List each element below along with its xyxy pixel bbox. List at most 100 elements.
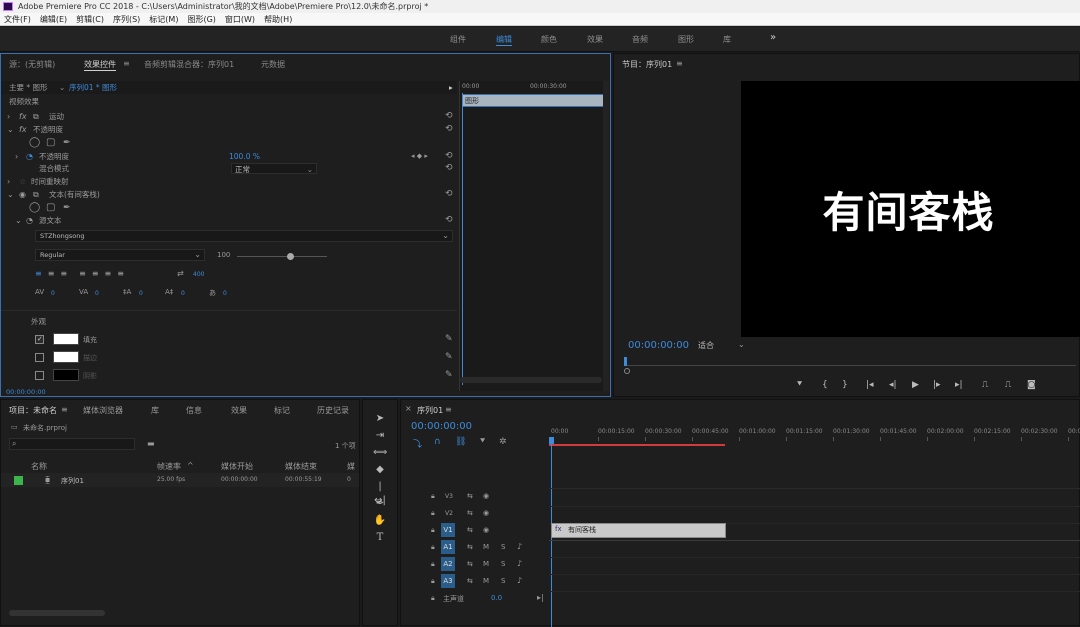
column-media-end[interactable]: 媒体结束 [285,461,317,472]
new-bin-from-search-icon[interactable]: ▬ [147,439,155,448]
lock-icon[interactable]: 🔒︎ [431,492,435,501]
tab-libraries[interactable]: 库 [151,405,159,416]
microphone-icon[interactable]: ♪ [517,576,522,585]
tab-metadata[interactable]: 元数据 [261,59,285,70]
timeline-title[interactable]: 序列01 [417,405,443,416]
tracking-direction-value[interactable]: 400 [193,271,204,278]
kerning-value[interactable]: 0 [95,290,99,297]
master-volume[interactable]: 0.0 [491,594,502,602]
lock-icon[interactable]: 🔒︎ [431,594,435,603]
solo-button[interactable]: S [501,577,505,585]
timeline-close-icon[interactable]: × [405,404,412,413]
effect-controls-timecode[interactable]: 00:00:00:00 [6,388,46,396]
reset-motion-icon[interactable]: ⟲ [445,110,453,123]
workspace-more-icon[interactable]: » [770,32,776,43]
step-back-icon[interactable]: ◂| [889,380,897,390]
leading-value[interactable]: 0 [139,290,143,297]
source-patch-a3[interactable]: A3 [441,574,455,588]
microphone-icon[interactable]: ♪ [517,559,522,568]
lock-icon[interactable]: 🔒︎ [431,560,435,569]
tab-info[interactable]: 信息 [186,405,202,416]
menu-graphics[interactable]: 图形(G) [187,13,215,25]
pen-mask-icon[interactable]: ✒ [63,203,71,213]
mark-in-icon[interactable]: { [822,380,828,390]
lift-icon[interactable]: ⎍ [982,380,988,390]
eye-icon[interactable]: ◉ [483,526,489,534]
nest-toggle-icon[interactable]: ⤵ [413,437,422,450]
fill-checkbox[interactable]: ✓ [35,335,44,344]
fx-icon[interactable]: fx [19,125,27,135]
workspace-tab-effects[interactable]: 效果 [587,34,603,45]
baseline-shift-value[interactable]: 0 [181,290,185,297]
mute-button[interactable]: M [483,543,489,551]
lock-icon[interactable]: 🔒︎ [431,543,435,552]
pen-tool-icon[interactable]: ✒ [373,497,387,511]
project-search-input[interactable]: ⌕ [9,438,135,450]
align-right-icon[interactable]: ≡ [60,269,73,278]
type-tool-icon[interactable]: T [373,531,387,545]
shadow-color-swatch[interactable] [53,369,79,381]
align-left-icon[interactable]: ≡ [35,269,48,278]
timeline-track-area[interactable]: fx 有间客栈 [549,488,1080,608]
track-label[interactable]: V2 [445,510,453,517]
sort-icon[interactable]: ^ [187,461,194,470]
reset-blend-icon[interactable]: ⟲ [445,162,453,175]
menu-clip[interactable]: 剪辑(C) [76,13,104,25]
program-scrub-bar[interactable] [624,358,1076,366]
expand-chevron-icon[interactable]: › [7,112,10,122]
justify-left-icon[interactable]: ≡ [79,269,92,278]
tsume-value[interactable]: 0 [223,290,227,297]
shadow-eyedropper-icon[interactable]: ✎ [445,370,453,380]
tracking-value[interactable]: 0 [51,290,55,297]
justify-all-icon[interactable]: ≡ [117,269,130,278]
ellipse-mask-icon[interactable]: ◯ [29,203,40,213]
slip-tool-icon[interactable]: |↔| [373,480,387,506]
selection-tool-icon[interactable]: ➤ [373,412,387,426]
shadow-checkbox[interactable] [35,371,44,380]
menu-help[interactable]: 帮助(H) [264,13,292,25]
justify-center-icon[interactable]: ≡ [92,269,105,278]
add-marker-icon[interactable]: ⯆ [796,380,803,390]
timeline-menu-icon[interactable]: ≡ [445,405,452,414]
fx-icon[interactable]: fx [19,112,27,122]
stopwatch-icon[interactable]: ◔ [26,152,33,162]
play-only-icon[interactable]: ▸ [449,81,453,94]
timeline-timecode[interactable]: 00:00:00:00 [411,421,472,432]
menu-marker[interactable]: 标记(M) [149,13,178,25]
tab-effects[interactable]: 效果 [231,405,247,416]
go-to-out-icon[interactable]: ▸| [955,380,963,390]
play-icon[interactable]: ▶ [912,380,919,390]
font-style-select[interactable]: Regular ⌄ [35,249,205,261]
mini-playhead[interactable] [462,93,463,385]
tab-markers[interactable]: 标记 [274,405,290,416]
snap-icon[interactable]: ∩ [434,437,441,447]
mini-timeline-scrollbar[interactable] [460,377,602,383]
mark-out-icon[interactable]: } [842,380,848,390]
program-playhead[interactable] [624,357,627,366]
rectangle-mask-icon[interactable]: ▢ [46,203,55,213]
workspace-tab-color[interactable]: 颜色 [541,34,557,45]
lock-icon[interactable]: 🔒︎ [431,509,435,518]
menu-edit[interactable]: 编辑(E) [40,13,67,25]
menu-sequence[interactable]: 序列(S) [113,13,140,25]
mini-graphic-clip[interactable]: 图形 [462,94,604,107]
workspace-tab-graphics[interactable]: 图形 [678,34,694,45]
expand-chevron-icon[interactable]: › [7,177,10,187]
workspace-tab-assembly[interactable]: 组件 [450,34,466,45]
program-timecode[interactable]: 00:00:00:00 [628,340,689,351]
source-patch-a1[interactable]: A1 [441,540,455,554]
extract-icon[interactable]: ⎍ [1005,380,1011,390]
sync-lock-icon[interactable]: ⇆ [467,492,473,500]
eye-icon[interactable]: ◉ [483,492,489,500]
workspace-tab-audio[interactable]: 音频 [632,34,648,45]
mute-button[interactable]: M [483,577,489,585]
track-select-tool-icon[interactable]: ⇥ [373,429,387,443]
timeline-playhead-handle[interactable] [549,437,554,444]
project-menu-icon[interactable]: ≡ [61,405,68,414]
track-label[interactable]: V3 [445,493,453,500]
sync-lock-icon[interactable]: ⇆ [467,526,473,534]
menu-window[interactable]: 窗口(W) [225,13,255,25]
fill-color-swatch[interactable] [53,333,79,345]
column-frame-rate[interactable]: 帧速率 [157,461,181,472]
ripple-edit-tool-icon[interactable]: ⟺ [373,446,387,460]
